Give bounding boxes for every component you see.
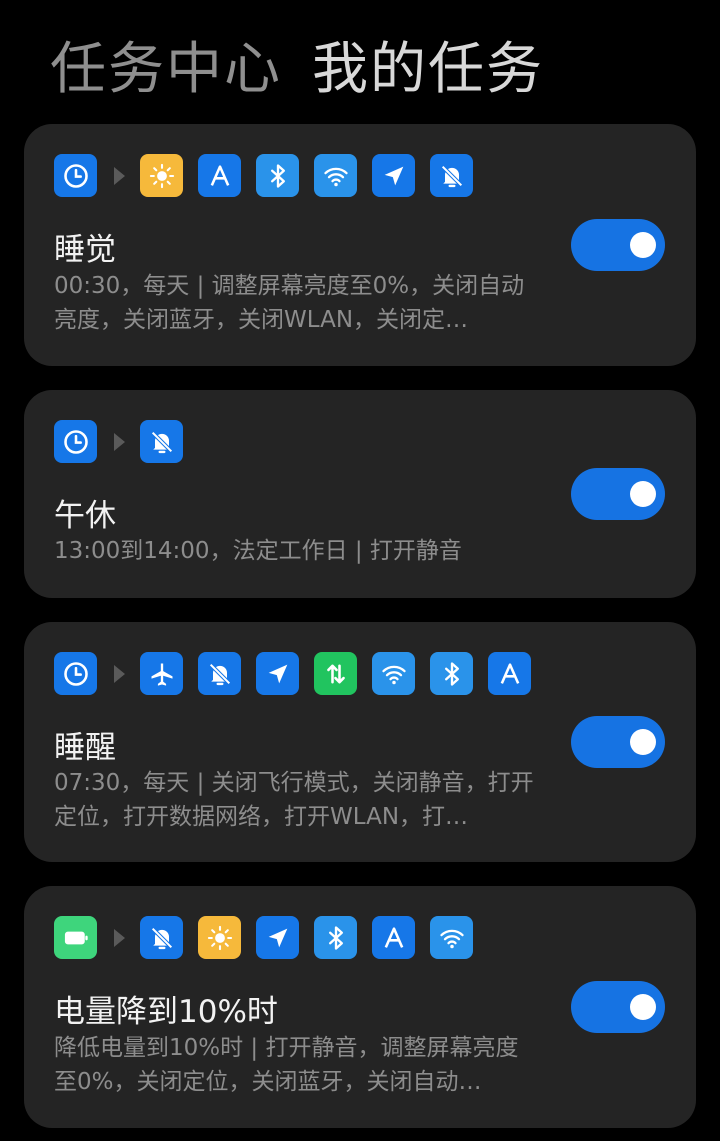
mute-icon xyxy=(140,916,183,959)
bluetooth-icon xyxy=(256,154,299,197)
brightness-icon xyxy=(198,916,241,959)
task-title: 午休 xyxy=(54,498,116,534)
clock-icon xyxy=(54,652,97,695)
clock-icon xyxy=(54,154,97,197)
mute-icon xyxy=(430,154,473,197)
location-icon xyxy=(256,916,299,959)
mute-icon xyxy=(140,420,183,463)
task-toggle[interactable] xyxy=(571,468,665,520)
task-title: 睡醒 xyxy=(54,730,116,766)
wifi-icon xyxy=(430,916,473,959)
arrow-right-icon xyxy=(114,432,125,451)
wifi-icon xyxy=(372,652,415,695)
task-description: 降低电量到10%时 | 打开静音，调整屏幕亮度至0%，关闭定位，关闭蓝牙，关闭自… xyxy=(54,1035,519,1095)
airplane-icon xyxy=(140,652,183,695)
task-toggle[interactable] xyxy=(571,219,665,271)
task-icons xyxy=(54,652,546,695)
task-card-low-battery[interactable]: 电量降到10%时 降低电量到10%时 | 打开静音，调整屏幕亮度至0%，关闭定位… xyxy=(24,886,696,1128)
task-card-nap[interactable]: 午休 13:00到14:00，法定工作日 | 打开静音 xyxy=(24,390,696,598)
task-icons xyxy=(54,154,488,197)
arrow-right-icon xyxy=(114,928,125,947)
task-description: 07:30，每天 | 关闭飞行模式，关闭静音，打开定位，打开数据网络，打开WLA… xyxy=(54,770,534,830)
task-icons xyxy=(54,420,198,463)
location-icon xyxy=(256,652,299,695)
arrow-right-icon xyxy=(114,664,125,683)
toggle-knob xyxy=(630,481,656,507)
task-title: 睡觉 xyxy=(54,232,116,268)
mute-icon xyxy=(198,652,241,695)
task-card-sleep[interactable]: 睡觉 00:30，每天 | 调整屏幕亮度至0%，关闭自动亮度，关闭蓝牙，关闭WL… xyxy=(24,124,696,366)
toggle-knob xyxy=(630,994,656,1020)
battery-icon xyxy=(54,916,97,959)
auto-brightness-icon xyxy=(372,916,415,959)
auto-brightness-icon xyxy=(488,652,531,695)
task-description: 13:00到14:00，法定工作日 | 打开静音 xyxy=(54,538,462,564)
toggle-knob xyxy=(630,232,656,258)
location-icon xyxy=(372,154,415,197)
toggle-knob xyxy=(630,729,656,755)
tab-my-tasks[interactable]: 我的任务 xyxy=(312,24,544,105)
clock-icon xyxy=(54,420,97,463)
task-toggle[interactable] xyxy=(571,981,665,1033)
mobile-data-icon xyxy=(314,652,357,695)
brightness-icon xyxy=(140,154,183,197)
task-title: 电量降到10%时 xyxy=(54,994,278,1030)
arrow-right-icon xyxy=(114,166,125,185)
bluetooth-icon xyxy=(314,916,357,959)
task-icons xyxy=(54,916,488,959)
auto-brightness-icon xyxy=(198,154,241,197)
bluetooth-icon xyxy=(430,652,473,695)
task-description: 00:30，每天 | 调整屏幕亮度至0%，关闭自动亮度，关闭蓝牙，关闭WLAN，… xyxy=(54,273,525,333)
header: 任务中心 我的任务 xyxy=(0,0,720,124)
task-card-wake[interactable]: 睡醒 07:30，每天 | 关闭飞行模式，关闭静音，打开定位，打开数据网络，打开… xyxy=(24,622,696,862)
task-toggle[interactable] xyxy=(571,716,665,768)
tab-task-center[interactable]: 任务中心 xyxy=(50,24,282,105)
wifi-icon xyxy=(314,154,357,197)
